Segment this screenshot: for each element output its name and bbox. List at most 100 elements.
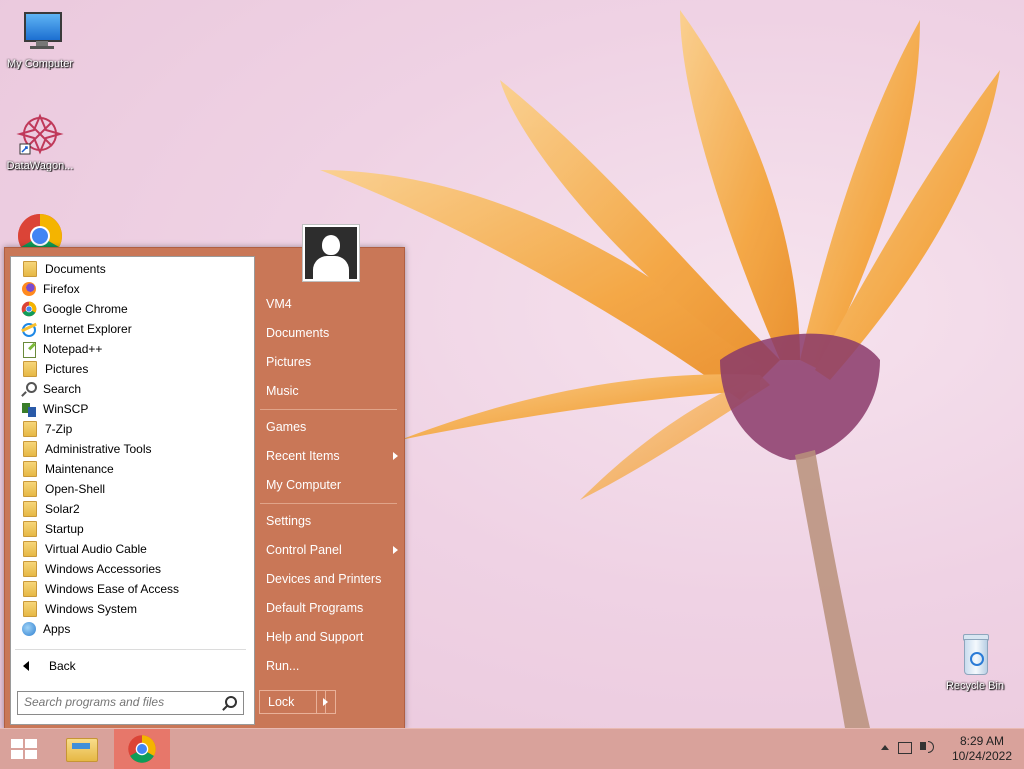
right-item-control-panel[interactable]: Control Panel (262, 537, 404, 563)
program-item-startup[interactable]: Startup (15, 519, 249, 539)
desktop-icon-datawagon[interactable]: DataWagon... (0, 110, 80, 172)
program-label: Startup (45, 522, 84, 536)
search-input[interactable] (18, 692, 219, 712)
right-divider (260, 409, 397, 410)
program-label: Google Chrome (43, 302, 128, 316)
back-arrow-icon (23, 661, 29, 671)
search-icon (21, 381, 37, 397)
start-menu: Documents Firefox Google Chrome Internet… (4, 224, 405, 730)
datawagon-icon (16, 110, 64, 158)
desktop-icon-label: My Computer (6, 58, 74, 70)
desktop-icon-recycle-bin[interactable]: Recycle Bin (935, 630, 1015, 692)
program-label: Windows Ease of Access (45, 582, 180, 596)
system-tray: 8:29 AM 10/24/2022 (864, 729, 1024, 769)
right-item-label: Music (266, 384, 299, 398)
program-label: Maintenance (45, 462, 114, 476)
program-label: Windows System (45, 602, 138, 616)
program-label: Open-Shell (45, 482, 106, 496)
program-item-open-shell[interactable]: Open-Shell (15, 479, 249, 499)
right-item-documents[interactable]: Documents (262, 320, 404, 346)
program-item-winscp[interactable]: WinSCP (15, 399, 249, 419)
folder-icon (23, 461, 37, 477)
documents-icon (23, 261, 37, 277)
ie-icon (21, 321, 37, 337)
folder-icon (23, 421, 37, 437)
program-label: Pictures (45, 362, 89, 376)
program-item-windows-system[interactable]: Windows System (15, 599, 249, 619)
right-item-my-computer[interactable]: My Computer (262, 472, 404, 498)
right-item-default-programs[interactable]: Default Programs (262, 595, 404, 621)
program-item-windows-ease-of-access[interactable]: Windows Ease of Access (15, 579, 249, 599)
program-label: Search (43, 382, 82, 396)
program-item-internet-explorer[interactable]: Internet Explorer (15, 319, 249, 339)
right-item-label: Games (266, 420, 307, 434)
program-label: Documents (45, 262, 106, 276)
chrome-icon (21, 301, 37, 317)
folder-tab-icon (72, 743, 90, 749)
program-item-7-zip[interactable]: 7-Zip (15, 419, 249, 439)
volume-icon[interactable] (920, 742, 926, 750)
program-item-windows-accessories[interactable]: Windows Accessories (15, 559, 249, 579)
right-item-label: Default Programs (266, 601, 364, 615)
right-item-vm4[interactable]: VM4 (262, 291, 404, 317)
program-item-administrative-tools[interactable]: Administrative Tools (15, 439, 249, 459)
program-label: Administrative Tools (45, 442, 152, 456)
right-item-help-and-support[interactable]: Help and Support (262, 624, 404, 650)
search-icon[interactable] (225, 696, 237, 708)
program-label: Solar2 (45, 502, 80, 516)
folder-icon (23, 441, 37, 457)
taskbar-file-explorer[interactable] (54, 729, 110, 769)
folder-icon (23, 501, 37, 517)
program-item-firefox[interactable]: Firefox (15, 279, 249, 299)
taskbar-google-chrome[interactable] (114, 729, 170, 769)
start-button[interactable] (0, 729, 48, 769)
winscp-icon (21, 401, 37, 417)
firefox-icon (21, 281, 37, 297)
windows-logo-icon (11, 739, 37, 759)
back-label: Back (49, 659, 76, 673)
folder-icon (23, 541, 37, 557)
program-item-maintenance[interactable]: Maintenance (15, 459, 249, 479)
chevron-right-icon (323, 698, 328, 706)
program-label: Firefox (43, 282, 80, 296)
clock[interactable]: 8:29 AM 10/24/2022 (952, 734, 1012, 764)
programs-divider (15, 649, 246, 650)
right-item-label: Control Panel (266, 543, 342, 557)
program-label: Virtual Audio Cable (45, 542, 147, 556)
volume-wave-icon (928, 741, 934, 753)
program-label: Notepad++ (43, 342, 103, 356)
right-item-recent-items[interactable]: Recent Items (262, 443, 404, 469)
apps-icon (21, 621, 37, 637)
network-icon[interactable] (898, 742, 912, 754)
program-label: Windows Accessories (45, 562, 162, 576)
right-item-settings[interactable]: Settings (262, 508, 404, 534)
folder-icon (23, 481, 37, 497)
right-item-run[interactable]: Run... (262, 653, 404, 679)
right-item-pictures[interactable]: Pictures (262, 349, 404, 375)
submenu-arrow-icon (393, 452, 398, 460)
pictures-icon (23, 361, 37, 377)
folder-icon (23, 581, 37, 597)
shutdown-options-button[interactable] (316, 690, 336, 714)
program-item-google-chrome[interactable]: Google Chrome (15, 299, 249, 319)
right-item-label: Run... (266, 659, 300, 673)
program-item-virtual-audio-cable[interactable]: Virtual Audio Cable (15, 539, 249, 559)
desktop-icon-my-computer[interactable]: My Computer (0, 8, 80, 70)
user-picture[interactable] (302, 224, 360, 282)
right-item-label: Help and Support (266, 630, 364, 644)
back-button[interactable]: Back (17, 655, 247, 677)
program-item-documents[interactable]: Documents (15, 259, 249, 279)
right-item-devices-and-printers[interactable]: Devices and Printers (262, 566, 404, 592)
program-label: Internet Explorer (43, 322, 132, 336)
show-hidden-icons-icon[interactable] (881, 745, 889, 750)
program-item-apps[interactable]: Apps (15, 619, 249, 639)
right-item-games[interactable]: Games (262, 414, 404, 440)
search-box[interactable] (17, 691, 244, 715)
right-item-music[interactable]: Music (262, 378, 404, 404)
program-item-pictures[interactable]: Pictures (15, 359, 249, 379)
right-item-label: Devices and Printers (266, 572, 382, 586)
program-item-notepad-plus-plus[interactable]: Notepad++ (15, 339, 249, 359)
program-item-solar2[interactable]: Solar2 (15, 499, 249, 519)
programs-list: Documents Firefox Google Chrome Internet… (10, 256, 255, 725)
program-item-search[interactable]: Search (15, 379, 249, 399)
